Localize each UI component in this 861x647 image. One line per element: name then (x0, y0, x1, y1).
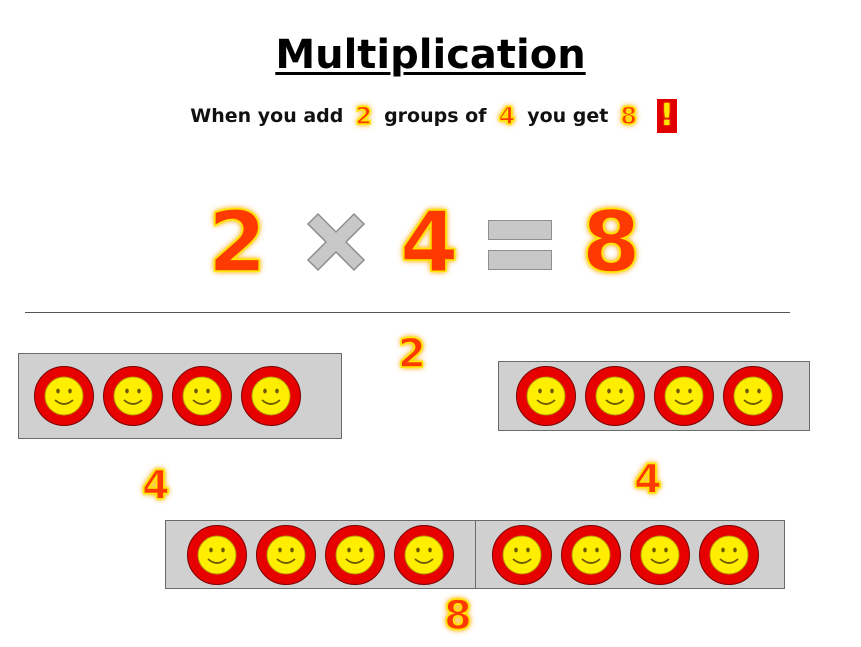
group-b-box (498, 361, 810, 431)
groups-count-label: 2 (397, 331, 426, 377)
smiley-face-icon (585, 366, 645, 426)
sentence-part1: When you add (190, 105, 344, 127)
sentence-num-groups: 2 (355, 102, 373, 130)
smiley-face-icon (654, 366, 714, 426)
page-title: Multiplication (275, 32, 586, 78)
smiley-face-icon (103, 366, 163, 426)
equation-left-number: 2 (207, 193, 267, 291)
smiley-face-icon (630, 524, 690, 585)
group-a-size-label: 4 (141, 463, 170, 509)
combined-group-box (165, 520, 785, 589)
smiley-face-icon (325, 524, 385, 585)
smiley-face-icon (187, 524, 247, 585)
smiley-face-icon (492, 524, 552, 585)
smiley-face-icon (516, 366, 576, 426)
equation-right-number: 4 (399, 193, 459, 291)
sentence-part3: you get (527, 105, 609, 127)
equation-result-number: 8 (581, 193, 641, 291)
smiley-face-icon (394, 524, 454, 585)
times-sign-icon (300, 206, 372, 278)
sentence-result: 8 (620, 102, 638, 130)
smiley-face-icon (34, 366, 94, 426)
exclamation-badge: ! (657, 99, 677, 133)
sentence-group-size: 4 (498, 102, 516, 130)
combined-left-half (166, 521, 475, 588)
smiley-face-icon (172, 366, 232, 426)
smiley-face-icon (699, 524, 759, 585)
group-b-size-label: 4 (633, 457, 662, 503)
group-a-box (18, 353, 342, 439)
smiley-face-icon (256, 524, 316, 585)
sentence-part2: groups of (384, 105, 487, 127)
equals-sign-icon (488, 218, 554, 274)
subtitle-sentence: When you add 2 groups of 4 you get 8 ! (0, 96, 861, 136)
combined-right-half (476, 521, 784, 588)
total-label: 8 (443, 593, 472, 639)
smiley-face-icon (723, 366, 783, 426)
smiley-face-icon (241, 366, 301, 426)
smiley-face-icon (561, 524, 621, 585)
divider-line (25, 312, 790, 313)
